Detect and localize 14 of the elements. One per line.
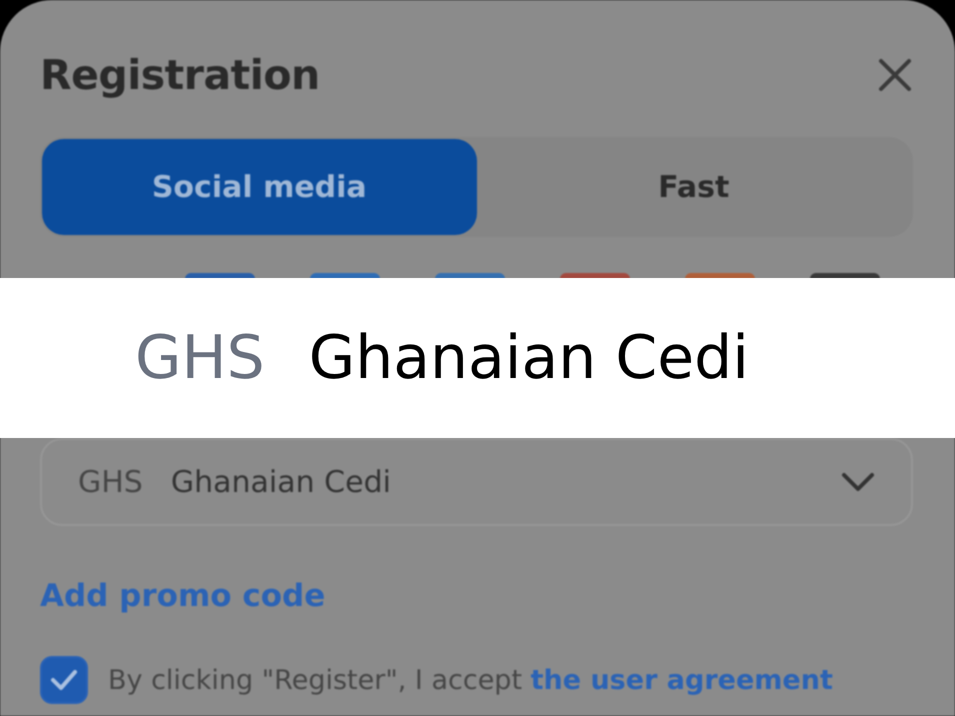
currency-select[interactable]: GHS Ghanaian Cedi: [40, 438, 913, 526]
currency-code: GHS: [135, 323, 265, 393]
checkmark-icon: [50, 669, 78, 691]
currency-name: Ghanaian Cedi: [308, 323, 749, 393]
close-icon: [877, 57, 913, 93]
agreement-text: By clicking "Register", I accept the user agreement: [108, 664, 833, 696]
close-button[interactable]: [877, 57, 913, 93]
promo-code-link[interactable]: Add promo code: [40, 576, 326, 616]
tab[interactable]: Fast: [476, 139, 911, 235]
chevron-down-icon: [841, 472, 875, 492]
tab[interactable]: Social media: [42, 139, 476, 235]
agreement-checkbox[interactable]: [40, 656, 88, 704]
modal-title: Registration: [40, 51, 320, 99]
user-agreement-link[interactable]: the user agreement: [530, 664, 833, 696]
